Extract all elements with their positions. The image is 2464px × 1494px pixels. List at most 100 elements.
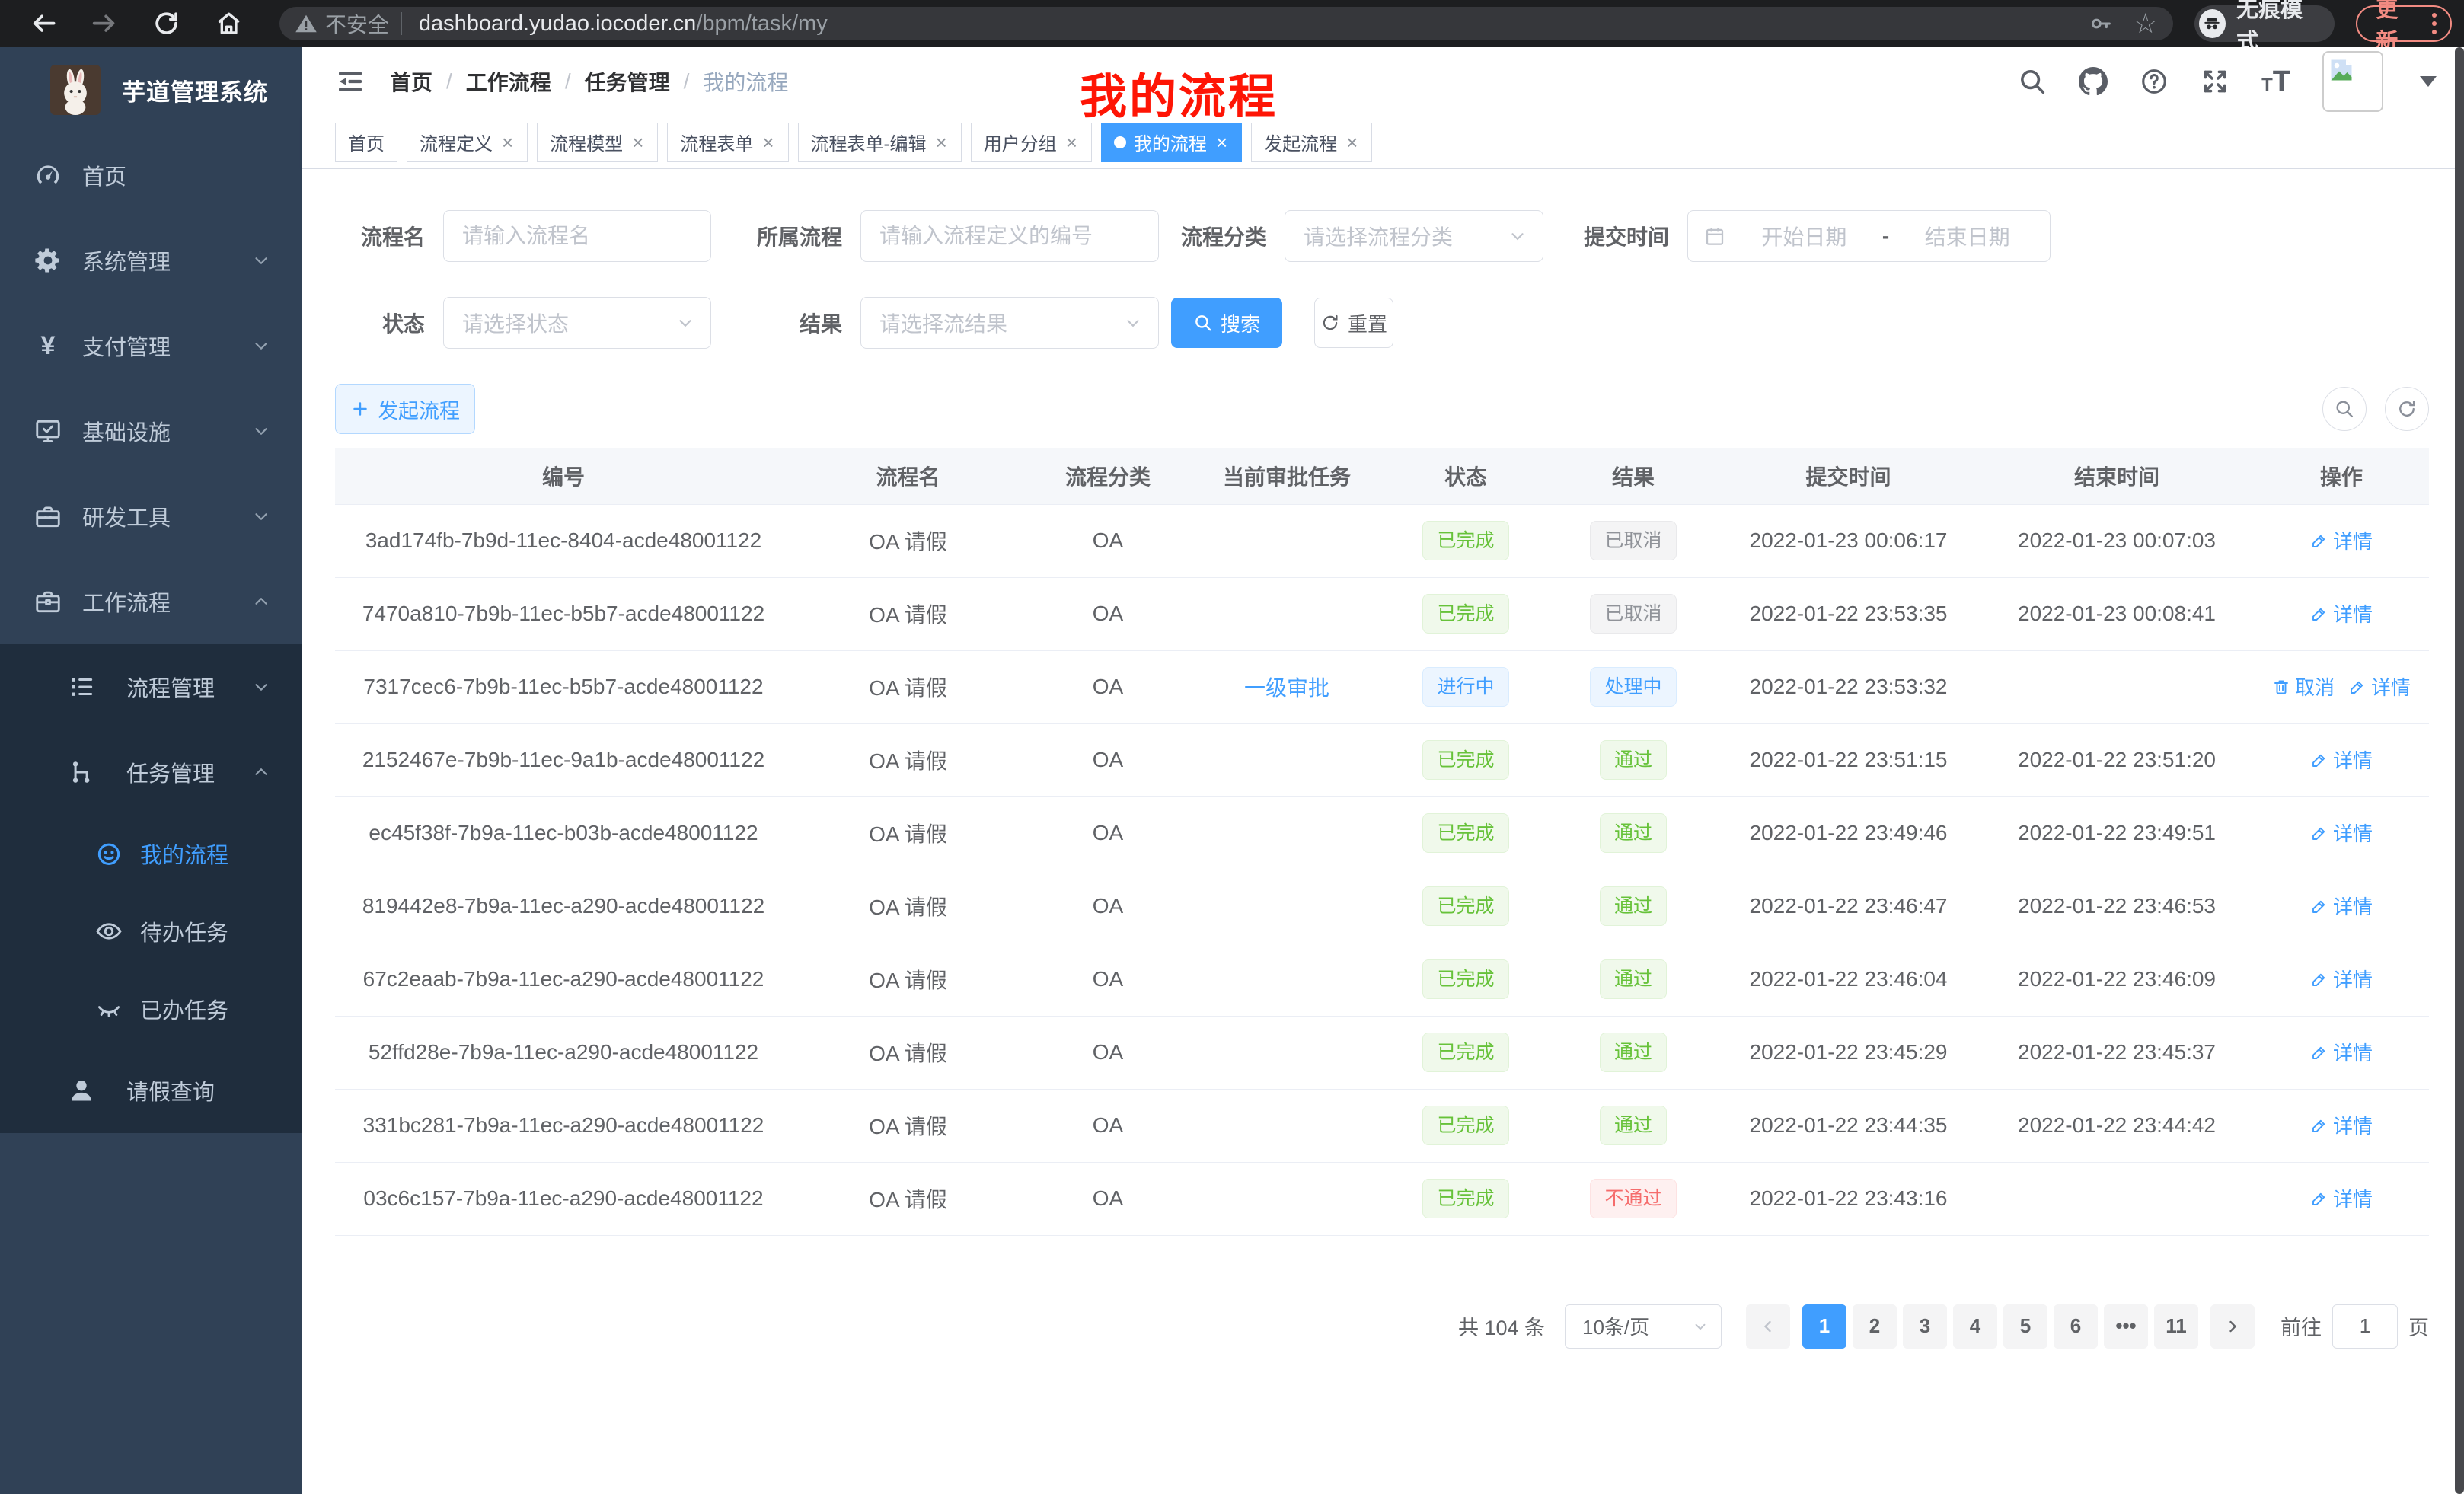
sidebar-item-dev-tools[interactable]: 研发工具 — [0, 474, 302, 559]
process-definition-input[interactable] — [860, 210, 1159, 262]
cancel-action-link[interactable]: 取消 — [2272, 672, 2335, 701]
pagination-page-5[interactable]: 5 — [2003, 1304, 2047, 1349]
github-icon[interactable] — [2079, 67, 2108, 96]
sidebar-item-leave-query[interactable]: 请假查询 — [0, 1048, 302, 1133]
security-label[interactable]: 不安全 — [325, 8, 389, 39]
tab-close-icon[interactable]: × — [761, 132, 775, 152]
avatar[interactable] — [2322, 51, 2383, 112]
tab-流程模型[interactable]: 流程模型× — [537, 123, 658, 162]
sidebar-menu: 首页系统管理¥支付管理基础设施研发工具工作流程流程管理任务管理我的流程待办任务已… — [0, 132, 302, 1133]
active-tab-dot — [1114, 136, 1126, 148]
search-button[interactable]: 搜索 — [1171, 298, 1282, 348]
sidebar-item-home[interactable]: 首页 — [0, 132, 302, 218]
status-select[interactable]: 请选择状态 — [443, 297, 711, 349]
result-tag: 通过 — [1600, 1106, 1667, 1145]
cell-actions: 详情 — [2254, 504, 2429, 577]
tab-流程定义[interactable]: 流程定义× — [407, 123, 528, 162]
tab-close-icon[interactable]: × — [630, 132, 645, 152]
broken-image-icon — [2328, 56, 2355, 84]
bookmark-star-icon[interactable]: ☆ — [2134, 10, 2158, 37]
sidebar-item-task-management[interactable]: 任务管理 — [0, 729, 302, 815]
tab-close-icon[interactable]: × — [1214, 132, 1229, 152]
detail-action-link[interactable]: 详情 — [2310, 819, 2373, 847]
address-bar[interactable]: 不安全 dashboard.yudao.iocoder.cn/bpm/task/… — [279, 7, 2173, 40]
tab-close-icon[interactable]: × — [1345, 132, 1359, 152]
search-icon — [2334, 398, 2355, 420]
detail-action-link[interactable]: 详情 — [2310, 892, 2373, 920]
sidebar-item-payment-management[interactable]: ¥支付管理 — [0, 303, 302, 388]
tab-close-icon[interactable]: × — [934, 132, 949, 152]
browser-menu-icon[interactable] — [2429, 10, 2440, 37]
pagination-goto-input[interactable] — [2332, 1304, 2398, 1349]
password-key-icon[interactable] — [2088, 11, 2114, 37]
detail-action-link[interactable]: 详情 — [2310, 965, 2373, 993]
cell-submit-time: 2022-01-23 00:06:17 — [1717, 504, 1980, 577]
cell-status: 已完成 — [1382, 796, 1550, 870]
avatar-dropdown-caret-icon[interactable] — [2420, 76, 2437, 87]
sidebar-item-system-management[interactable]: 系统管理 — [0, 218, 302, 303]
sidebar-item-done-tasks[interactable]: 已办任务 — [0, 970, 302, 1048]
fullscreen-icon[interactable] — [2201, 67, 2229, 96]
refresh-table-button[interactable] — [2385, 387, 2429, 431]
result-tag: 不通过 — [1590, 1179, 1676, 1218]
tab-用户分组[interactable]: 用户分组× — [971, 123, 1092, 162]
result-tag: 已取消 — [1590, 521, 1676, 560]
pagination-page-3[interactable]: 3 — [1903, 1304, 1947, 1349]
cell-end-time: 2022-01-23 00:07:03 — [1980, 504, 2254, 577]
current-task-link[interactable]: 一级审批 — [1244, 676, 1329, 700]
pagination-prev-button[interactable] — [1746, 1304, 1790, 1349]
sidebar-item-my-process[interactable]: 我的流程 — [0, 815, 302, 892]
tab-流程表单[interactable]: 流程表单× — [667, 123, 788, 162]
sidebar-item-infrastructure[interactable]: 基础设施 — [0, 388, 302, 474]
browser-home-icon[interactable] — [215, 8, 243, 39]
browser-update-button[interactable]: 更新 — [2356, 5, 2452, 42]
header-search-icon[interactable] — [2018, 67, 2047, 96]
process-name-input[interactable] — [443, 210, 711, 262]
tab-发起流程[interactable]: 发起流程× — [1251, 123, 1372, 162]
edit-icon — [2310, 751, 2328, 769]
detail-action-link[interactable]: 详情 — [2310, 1184, 2373, 1212]
font-size-icon[interactable]: TT — [2261, 67, 2290, 96]
breadcrumb-item[interactable]: 工作流程 — [466, 66, 551, 97]
tab-close-icon[interactable]: × — [1064, 132, 1079, 152]
sidebar-item-process-management[interactable]: 流程管理 — [0, 644, 302, 729]
browser-reload-icon[interactable] — [152, 8, 180, 39]
sidebar-item-workflow[interactable]: 工作流程 — [0, 559, 302, 644]
submit-time-range-picker[interactable]: 开始日期 - 结束日期 — [1687, 210, 2051, 262]
edit-icon — [2310, 532, 2328, 550]
breadcrumb-item[interactable]: 首页 — [390, 66, 432, 97]
help-icon[interactable] — [2140, 67, 2169, 96]
pagination-next-button[interactable] — [2210, 1304, 2255, 1349]
detail-action-link[interactable]: 详情 — [2310, 1038, 2373, 1066]
detail-action-link[interactable]: 详情 — [2310, 526, 2373, 554]
detail-action-link[interactable]: 详情 — [2310, 599, 2373, 627]
show-search-toggle-button[interactable] — [2322, 387, 2367, 431]
result-select[interactable]: 请选择流结果 — [860, 297, 1159, 349]
tab-流程表单-编辑[interactable]: 流程表单-编辑× — [798, 123, 962, 162]
security-warning-icon[interactable] — [295, 12, 318, 35]
detail-action-link[interactable]: 详情 — [2348, 672, 2411, 701]
tab-close-icon[interactable]: × — [500, 132, 515, 152]
category-select[interactable]: 请选择流程分类 — [1285, 210, 1543, 262]
sidebar-collapse-icon[interactable] — [335, 66, 365, 97]
pagination-page-4[interactable]: 4 — [1953, 1304, 1997, 1349]
tab-首页[interactable]: 首页 — [335, 123, 397, 162]
pagination-page-11[interactable]: 11 — [2154, 1304, 2198, 1349]
detail-action-link[interactable]: 详情 — [2310, 1111, 2373, 1139]
window-scrollbar[interactable] — [2455, 47, 2464, 1494]
pagination-ellipsis[interactable]: ••• — [2104, 1304, 2148, 1349]
app-logo[interactable]: 芋道管理系统 — [0, 47, 302, 132]
create-process-button[interactable]: 发起流程 — [335, 384, 475, 434]
edit-icon — [2348, 678, 2367, 696]
pagination-page-2[interactable]: 2 — [1853, 1304, 1897, 1349]
pagination-page-1[interactable]: 1 — [1802, 1304, 1846, 1349]
tab-我的流程[interactable]: 我的流程× — [1101, 123, 1242, 162]
sidebar-item-todo-tasks[interactable]: 待办任务 — [0, 892, 302, 970]
browser-back-icon[interactable] — [29, 8, 57, 39]
pagination-page-6[interactable]: 6 — [2054, 1304, 2098, 1349]
reset-button[interactable]: 重置 — [1314, 298, 1393, 348]
detail-action-link[interactable]: 详情 — [2310, 745, 2373, 774]
browser-forward-icon[interactable] — [91, 8, 119, 39]
page-size-select[interactable]: 10条/页 — [1565, 1304, 1722, 1349]
breadcrumb-item[interactable]: 任务管理 — [585, 66, 670, 97]
